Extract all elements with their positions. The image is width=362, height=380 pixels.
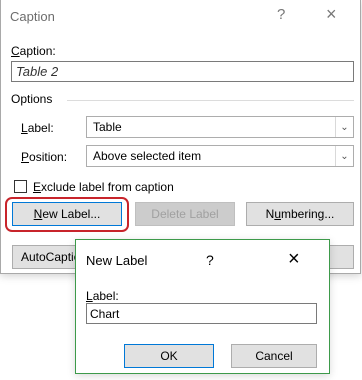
exclude-label-text: Exclude label from caption xyxy=(33,180,174,194)
options-separator xyxy=(67,100,354,101)
options-heading: Options xyxy=(11,92,53,106)
caption-label: Caption: xyxy=(11,44,56,58)
chevron-down-icon[interactable]: ⌄ xyxy=(335,117,353,137)
label-combobox-value: Table xyxy=(93,120,122,134)
new-label-dialog-title: New Label xyxy=(86,253,148,268)
new-label-input-value: Chart xyxy=(90,307,120,321)
numbering-button[interactable]: Nu mbering... xyxy=(246,202,354,226)
ok-button[interactable]: OK xyxy=(124,344,214,368)
close-button[interactable]: × xyxy=(326,4,337,25)
help-button[interactable]: ? xyxy=(277,6,285,23)
new-label-close-button[interactable]: × xyxy=(288,248,300,271)
new-label-dialog: New Label ? × Label: Chart OK Cancel xyxy=(75,239,330,374)
position-combobox-value: Above selected item xyxy=(93,149,202,163)
label-label: Label: xyxy=(21,121,54,135)
chevron-down-icon[interactable]: ⌄ xyxy=(335,146,353,166)
exclude-label-checkbox[interactable] xyxy=(14,180,27,193)
position-label: Position: xyxy=(21,150,68,164)
new-label-button[interactable]: New Label... xyxy=(12,202,122,226)
new-label-input[interactable]: Chart xyxy=(86,303,317,324)
caption-dialog: Caption ? × Caption: Table 2 Options Lab… xyxy=(0,0,361,274)
new-label-label: Label: xyxy=(86,289,119,303)
new-label-cancel-button[interactable]: Cancel xyxy=(231,344,317,368)
caption-dialog-title: Caption xyxy=(10,9,55,24)
caption-input-value: Table 2 xyxy=(16,64,59,79)
label-combobox[interactable]: Table ⌄ xyxy=(86,116,354,138)
position-combobox[interactable]: Above selected item ⌄ xyxy=(86,145,354,167)
new-label-help-button[interactable]: ? xyxy=(206,252,214,268)
caption-input[interactable]: Table 2 xyxy=(11,61,354,82)
delete-label-button: Delete Label xyxy=(135,202,235,226)
